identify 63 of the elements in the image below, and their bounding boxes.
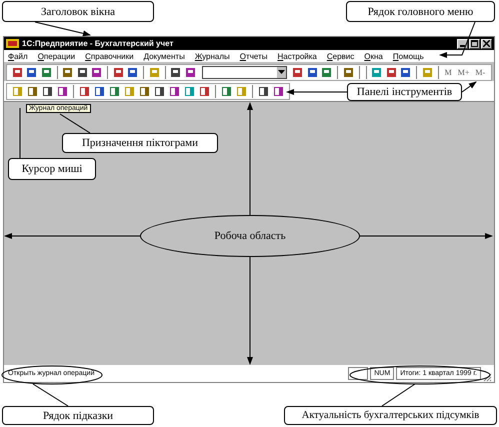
- toolbar-icon[interactable]: [56, 85, 69, 98]
- toolbar-icon[interactable]: [153, 85, 166, 98]
- menu-item[interactable]: Отчеты: [240, 52, 268, 60]
- callout: Актуальність бухгалтерських підсумків: [284, 406, 497, 425]
- app-logo-icon: [6, 38, 19, 49]
- toolbar-icon[interactable]: [11, 66, 24, 79]
- maximize-icon: [471, 40, 478, 47]
- toolbar-icon[interactable]: [292, 66, 304, 79]
- toolbar-icon[interactable]: [257, 85, 270, 98]
- callout: Панелі інструментів: [347, 83, 462, 101]
- memory-button[interactable]: M-: [473, 68, 488, 77]
- menu-item[interactable]: Окна: [364, 52, 383, 60]
- memory-button[interactable]: M: [442, 68, 454, 77]
- toolbar-icon[interactable]: [272, 85, 285, 98]
- callout: Курсор миші: [8, 158, 96, 180]
- close-button[interactable]: [481, 38, 492, 48]
- toolbar-icon[interactable]: [385, 66, 398, 79]
- toolbar-icon[interactable]: [126, 66, 140, 79]
- menu-item[interactable]: Помощь: [392, 52, 424, 60]
- menu-item[interactable]: Справочники: [85, 52, 134, 60]
- toolbar-icon[interactable]: [76, 66, 89, 79]
- maximize-button[interactable]: [469, 38, 480, 48]
- toolbar-icon[interactable]: [26, 66, 38, 79]
- close-icon: [483, 40, 490, 47]
- callout: Призначення піктограми: [62, 133, 218, 153]
- combo-box[interactable]: [202, 66, 287, 79]
- toolbar-icon[interactable]: [220, 85, 233, 98]
- menu-item[interactable]: Журналы: [194, 52, 230, 60]
- memory-button[interactable]: M+: [456, 68, 472, 77]
- toolbar-icon[interactable]: [26, 85, 39, 98]
- menu-item[interactable]: Сервис: [326, 52, 354, 60]
- callout: Рядок головного меню: [346, 1, 495, 22]
- toolbar-icon[interactable]: [400, 66, 412, 79]
- window-title: 1С:Предприятие - Бухгалтерский учет: [22, 39, 174, 48]
- menu-item[interactable]: Документы: [144, 52, 185, 60]
- toolbar-icon[interactable]: [170, 66, 182, 79]
- status-panel: [348, 367, 368, 380]
- toolbar-icon[interactable]: [184, 66, 197, 79]
- toolbar-icon[interactable]: [198, 85, 211, 98]
- leader-line: [60, 114, 90, 134]
- toolbar-icon[interactable]: [168, 85, 181, 98]
- toolbar-icon[interactable]: [40, 66, 53, 79]
- toolbar-icon[interactable]: [41, 85, 54, 98]
- callout: Заголовок вікна: [2, 1, 154, 22]
- minimize-button[interactable]: [457, 38, 468, 48]
- menu-item[interactable]: Операции: [38, 52, 76, 60]
- toolbar-icon[interactable]: [342, 66, 355, 79]
- toolbar-icon[interactable]: [108, 85, 121, 98]
- menu-item[interactable]: Файл: [8, 52, 28, 60]
- arrow: [286, 89, 348, 95]
- toolbar-icon[interactable]: [78, 85, 91, 98]
- menu-item[interactable]: Настройка: [277, 52, 317, 60]
- toolbar-icon[interactable]: [306, 66, 319, 79]
- leader-line: [32, 384, 68, 406]
- toolbar-icon[interactable]: [112, 66, 125, 79]
- toolbar-icon[interactable]: [320, 66, 334, 79]
- toolbar-icon[interactable]: [62, 66, 74, 79]
- toolbar-icon[interactable]: [93, 85, 106, 98]
- leader-line: [382, 384, 416, 406]
- arrow: [462, 81, 477, 92]
- callout: Рядок підказки: [2, 406, 154, 425]
- toolbar-icon[interactable]: [90, 66, 104, 79]
- toolbar-icon[interactable]: [138, 85, 151, 98]
